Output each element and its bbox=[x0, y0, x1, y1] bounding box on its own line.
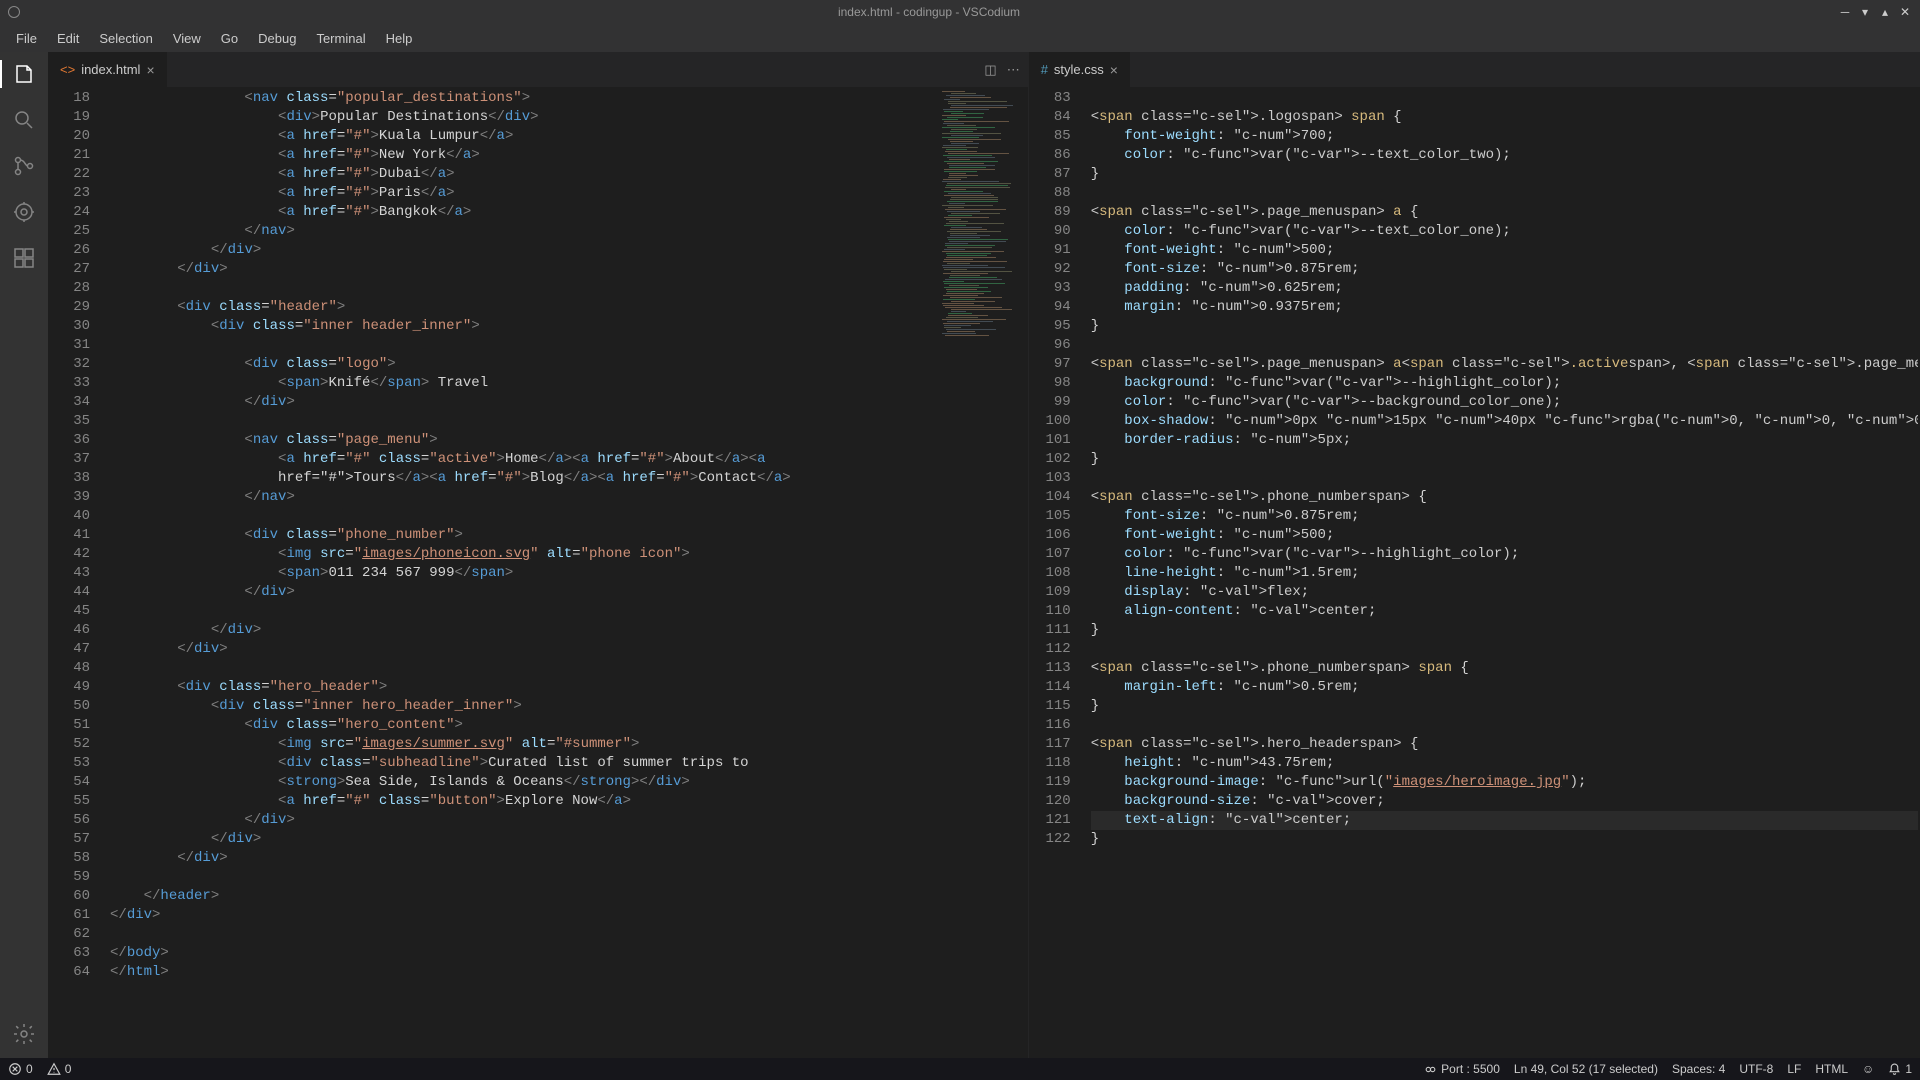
tab-index-html[interactable]: <> index.html × bbox=[48, 52, 168, 87]
tabs-left: <> index.html × ◫ ⋯ bbox=[48, 52, 1028, 87]
menu-terminal[interactable]: Terminal bbox=[306, 27, 375, 50]
status-feedback-icon[interactable]: ☺ bbox=[1862, 1062, 1874, 1076]
menu-help[interactable]: Help bbox=[376, 27, 423, 50]
status-port[interactable]: Port : 5500 bbox=[1424, 1062, 1500, 1076]
menu-edit[interactable]: Edit bbox=[47, 27, 89, 50]
tab-label: style.css bbox=[1054, 62, 1104, 77]
tabs-right: # style.css × ⋯ bbox=[1029, 52, 1920, 87]
status-spaces[interactable]: Spaces: 4 bbox=[1672, 1062, 1725, 1076]
status-eol[interactable]: LF bbox=[1787, 1062, 1801, 1076]
menu-selection[interactable]: Selection bbox=[89, 27, 162, 50]
tab-style-css[interactable]: # style.css × bbox=[1029, 52, 1131, 87]
menu-debug[interactable]: Debug bbox=[248, 27, 306, 50]
menu-go[interactable]: Go bbox=[211, 27, 248, 50]
html-file-icon: <> bbox=[60, 62, 75, 77]
window-title: index.html - codingup - VSCodium bbox=[20, 5, 1838, 19]
close-app-icon[interactable]: ✕ bbox=[1898, 5, 1912, 19]
css-file-icon: # bbox=[1041, 62, 1048, 77]
debug-icon[interactable] bbox=[10, 198, 38, 226]
app-menu-icon[interactable] bbox=[8, 6, 20, 18]
tab-label: index.html bbox=[81, 62, 140, 77]
minimize-icon[interactable]: ─ bbox=[1838, 5, 1852, 19]
status-warnings[interactable]: 0 bbox=[47, 1062, 72, 1076]
activitybar bbox=[0, 52, 48, 1058]
statusbar: 0 0 Port : 5500 Ln 49, Col 52 (17 select… bbox=[0, 1058, 1920, 1080]
close-icon[interactable]: × bbox=[1110, 62, 1118, 78]
editor-right: # style.css × ⋯ 838485868788899091929394… bbox=[1029, 52, 1920, 1058]
restore-icon[interactable]: ▾ bbox=[1858, 5, 1872, 19]
split-editor-icon[interactable]: ◫ bbox=[984, 62, 996, 78]
close-icon[interactable]: × bbox=[146, 62, 154, 78]
code-area-left[interactable]: 1819202122232425262728293031323334353637… bbox=[48, 87, 1028, 1058]
files-icon[interactable] bbox=[0, 60, 48, 88]
menubar: File Edit Selection View Go Debug Termin… bbox=[0, 24, 1920, 52]
source-control-icon[interactable] bbox=[10, 152, 38, 180]
extensions-icon[interactable] bbox=[10, 244, 38, 272]
status-errors[interactable]: 0 bbox=[8, 1062, 33, 1076]
code-area-right[interactable]: 8384858687888990919293949596979899100101… bbox=[1029, 87, 1920, 1058]
minimap-left[interactable] bbox=[938, 87, 1028, 1058]
menu-view[interactable]: View bbox=[163, 27, 211, 50]
titlebar: index.html - codingup - VSCodium ─ ▾ ▴ ✕ bbox=[0, 0, 1920, 24]
status-bell-icon[interactable]: 1 bbox=[1888, 1062, 1912, 1076]
editor-left: <> index.html × ◫ ⋯ 18192021222324252627… bbox=[48, 52, 1029, 1058]
menu-file[interactable]: File bbox=[6, 27, 47, 50]
status-cursor[interactable]: Ln 49, Col 52 (17 selected) bbox=[1514, 1062, 1658, 1076]
gear-icon[interactable] bbox=[10, 1020, 38, 1048]
more-actions-icon[interactable]: ⋯ bbox=[1007, 62, 1020, 78]
maximize-icon[interactable]: ▴ bbox=[1878, 5, 1892, 19]
status-encoding[interactable]: UTF-8 bbox=[1739, 1062, 1773, 1076]
search-icon[interactable] bbox=[10, 106, 38, 134]
status-language[interactable]: HTML bbox=[1815, 1062, 1848, 1076]
